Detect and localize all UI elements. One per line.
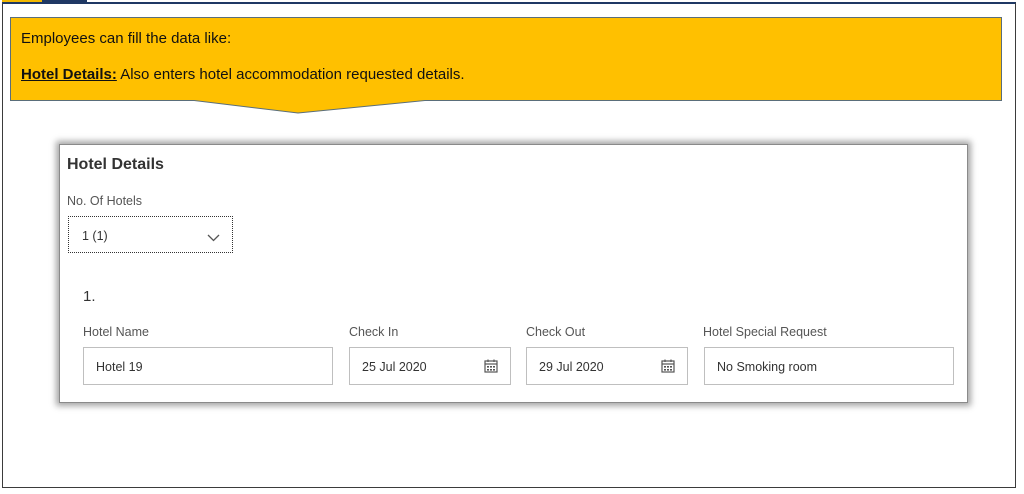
calendar-icon[interactable] bbox=[661, 359, 675, 378]
instruction-callout: Employees can fill the data like: Hotel … bbox=[10, 17, 1002, 101]
callout-tail bbox=[190, 100, 430, 114]
check-in-label: Check In bbox=[349, 325, 399, 339]
calendar-icon[interactable] bbox=[484, 359, 498, 378]
callout-intro: Employees can fill the data like: bbox=[21, 30, 232, 47]
hotels-count-select[interactable]: 1 (1) bbox=[68, 216, 233, 253]
hotel-name-label: Hotel Name bbox=[83, 325, 149, 339]
special-request-value: No Smoking room bbox=[717, 360, 818, 374]
callout-key: Hotel Details: bbox=[21, 66, 117, 83]
hotel-index: 1. bbox=[83, 288, 96, 305]
hotels-count-label: No. Of Hotels bbox=[67, 194, 143, 208]
hotels-count-value: 1 (1) bbox=[82, 229, 108, 243]
check-in-value: 25 Jul 2020 bbox=[362, 360, 427, 374]
hotel-details-panel: Hotel Details No. Of Hotels 1 (1) 1. Hot… bbox=[59, 144, 968, 403]
callout-detail-text: Also enters hotel accommodation requeste… bbox=[116, 66, 465, 83]
panel-title: Hotel Details bbox=[67, 156, 164, 173]
special-request-label: Hotel Special Request bbox=[703, 325, 827, 339]
check-out-label: Check Out bbox=[526, 325, 586, 339]
check-out-value: 29 Jul 2020 bbox=[539, 360, 604, 374]
callout-detail: Hotel Details: Also enters hotel accommo… bbox=[21, 66, 465, 83]
special-request-input[interactable]: No Smoking room bbox=[704, 347, 954, 385]
check-out-date-input[interactable]: 29 Jul 2020 bbox=[526, 347, 688, 385]
check-in-date-input[interactable]: 25 Jul 2020 bbox=[349, 347, 511, 385]
hotel-name-input[interactable]: Hotel 19 bbox=[83, 347, 333, 385]
chevron-down-icon[interactable] bbox=[207, 229, 220, 247]
hotel-name-value: Hotel 19 bbox=[96, 360, 143, 374]
